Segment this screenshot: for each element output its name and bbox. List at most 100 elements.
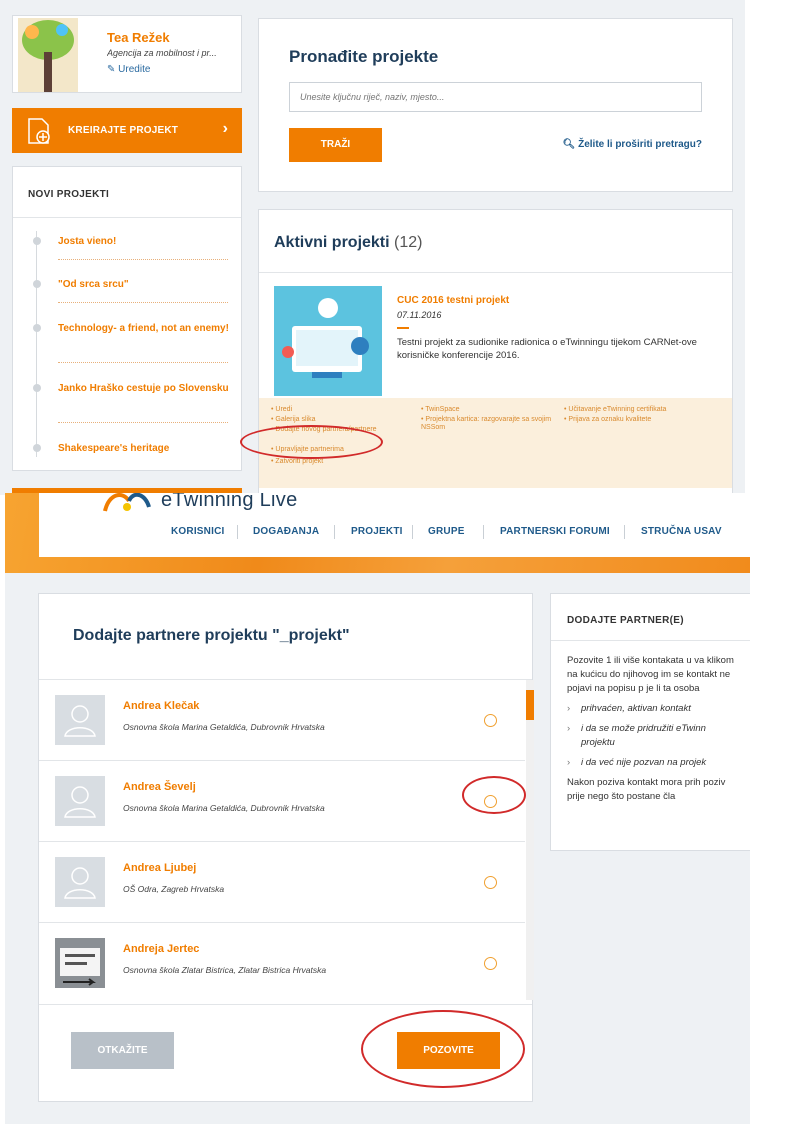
help-title: DODAJTE PARTNER(E) [567,615,684,626]
profile-avatar-icon [18,18,78,92]
default-avatar-icon [55,695,105,745]
contact-list: Andrea Klečak Osnovna škola Marina Getal… [39,680,525,1000]
divider [58,422,228,423]
contact-school: OŠ Odra, Zagreb Hrvatska [123,884,225,894]
help-bullet: i da već nije pozvan na projek [567,756,747,770]
nav-groups[interactable]: GRUPE [428,526,465,537]
new-project-label[interactable]: "Od srca srcu" [58,278,233,292]
search-input[interactable] [289,82,702,112]
profile-card: Tea Režek Agencija za mobilnost i pr... … [12,15,242,93]
contact-school: Osnovna škola Zlatar Bistrica, Zlatar Bi… [123,965,327,975]
contact-row[interactable]: Andrea Ljubej OŠ Odra, Zagreb Hrvatska [39,842,525,923]
divider [624,525,625,539]
scrollbar-track[interactable] [526,680,534,1000]
create-project-button[interactable]: KREIRAJTE PROJEKT › [12,108,242,153]
contact-select-radio[interactable] [484,876,497,889]
timeline-dot-icon [33,384,41,392]
add-partners-help-panel: DODAJTE PARTNER(E) Pozovite 1 ili više k… [550,593,750,851]
search-icon: 🔍︎ [562,139,576,150]
contact-row[interactable]: Andrea Ševelj Osnovna škola Marina Getal… [39,761,525,842]
quality-label-link[interactable]: • Prijava za oznaku kvalitete [564,416,651,424]
nav-professional-development[interactable]: STRUČNA USAV [641,526,722,537]
timeline-dot-icon [33,280,41,288]
contact-name[interactable]: Andreja Jertec [123,943,199,955]
new-project-label[interactable]: Josta vieno! [58,235,233,249]
contact-select-radio[interactable] [484,957,497,970]
divider [39,1004,532,1005]
new-project-label[interactable]: Technology- a friend, not an enemy! [58,322,233,336]
project-title-link[interactable]: CUC 2016 testni projekt [397,295,509,306]
cancel-button[interactable]: OTKAŽITE [71,1032,174,1069]
timeline-line [36,231,37,457]
annotation-circle [361,1010,525,1088]
active-projects-title: Aktivni projekti (12) [274,234,422,252]
help-outro: Nakon poziva kontakt mora prih poziv pri… [567,777,726,802]
project-description: Testni projekt za sudionike radionica o … [397,337,697,361]
nav-partner-forums[interactable]: PARTNERSKI FORUMI [500,526,610,537]
default-avatar-icon [55,857,105,907]
contact-name[interactable]: Andrea Klečak [123,700,199,712]
nav-events[interactable]: DOGAĐANJA [253,526,319,537]
edit-project-link[interactable]: • Uredi [271,406,292,414]
contact-select-radio[interactable] [484,714,497,727]
contact-school: Osnovna škola Marina Getaldića, Dubrovni… [123,722,325,732]
scrollbar-thumb[interactable] [526,690,534,720]
divider [259,272,732,273]
active-projects-count: (12) [394,234,423,251]
search-title: Pronađite projekte [289,47,439,66]
contact-row[interactable]: Andreja Jertec Osnovna škola Zlatar Bist… [39,923,525,1000]
invite-title: Dodajte partnere projektu "_projekt" [73,627,350,644]
new-projects-title: NOVI PROJEKTI [28,189,110,200]
help-text: Pozovite 1 ili više kontakata u va kliko… [567,654,750,810]
search-button[interactable]: TRAŽI [289,128,382,162]
certificate-upload-link[interactable]: • Učitavanje eTwinning certifikata [564,406,666,414]
divider [551,640,750,641]
divider [397,327,409,329]
help-bullet: prihvaćen, aktivan kontakt [567,702,739,716]
active-projects-label: Aktivni projekti [274,234,390,251]
timeline-dot-icon [33,237,41,245]
project-date: 07.11.2016 [397,310,442,320]
contact-name[interactable]: Andrea Ljubej [123,862,196,874]
logo-text[interactable]: eTwinning Live [161,493,298,512]
timeline-dot-icon [33,444,41,452]
new-projects-panel: NOVI PROJEKTI Josta vieno! "Od srca srcu… [12,166,242,471]
main-navigation: eTwinning Live KORISNICI DOGAĐANJA PROJE… [39,493,750,557]
profile-edit-link[interactable]: ✎ Uredite [107,64,150,75]
project-card-chat-link[interactable]: • Projektna kartica: razgovarajte sa svo… [421,416,561,432]
invite-partners-screenshot: eTwinning Live KORISNICI DOGAĐANJA PROJE… [5,493,750,1124]
help-bullet: i da se može pridružiti eTwinn projektu [567,722,739,750]
image-gallery-link[interactable]: • Galerija slika [271,416,315,424]
profile-organization: Agencija za mobilnost i pr... [107,48,217,58]
twinspace-link[interactable]: • TwinSpace [421,406,460,414]
nav-projects[interactable]: PROJEKTI [351,526,403,537]
profile-edit-label: Uredite [118,64,151,75]
contact-row[interactable]: Andrea Klečak Osnovna škola Marina Getal… [39,680,525,761]
default-avatar-icon [55,776,105,826]
divider [237,525,238,539]
nav-users[interactable]: KORISNICI [171,526,224,537]
pencil-icon: ✎ [107,64,116,75]
project-dashboard-screenshot: Tea Režek Agencija za mobilnost i pr... … [0,0,745,495]
project-search-panel: Pronađite projekte TRAŽI 🔍︎ Želite li pr… [258,18,733,192]
chevron-right-icon: › [222,120,228,137]
new-project-label[interactable]: Shakespeare's heritage [58,442,233,456]
advanced-search-link[interactable]: 🔍︎ Želite li proširiti pretragu? [563,139,702,150]
etwinning-logo-icon [103,493,151,512]
advanced-search-label: Želite li proširiti pretragu? [578,139,702,150]
contact-photo [55,938,105,988]
annotation-circle [240,425,383,459]
divider [334,525,335,539]
project-thumbnail[interactable] [274,286,382,396]
new-project-label[interactable]: Janko Hraško cestuje po Slovensku [58,382,233,396]
annotation-circle [462,776,526,814]
divider [13,217,241,218]
divider [58,259,228,260]
divider [412,525,413,539]
divider [58,362,228,363]
close-project-link[interactable]: • Zatvoriti projekt [271,458,323,466]
add-document-icon [28,118,50,144]
profile-name[interactable]: Tea Režek [107,30,170,45]
contact-name[interactable]: Andrea Ševelj [123,781,196,793]
divider [58,302,228,303]
